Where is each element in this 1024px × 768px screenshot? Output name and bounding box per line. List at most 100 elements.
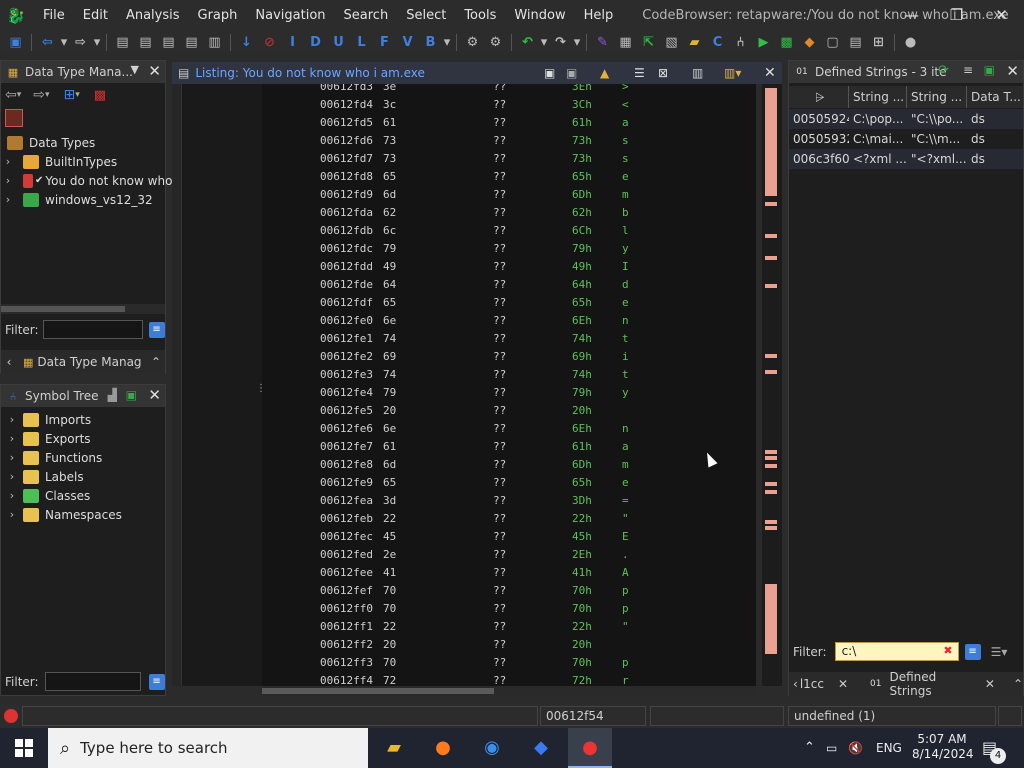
menu-edit[interactable]: Edit [74, 0, 117, 31]
listing-row[interactable]: 00612ff1 22?? 22h " [262, 618, 756, 636]
chevron-right-icon[interactable]: › [5, 508, 19, 521]
menu-analysis[interactable]: Analysis [117, 0, 189, 31]
datatype-menu-chevron-icon[interactable]: ▼ [131, 63, 139, 76]
firefox-icon[interactable]: ● [425, 732, 461, 764]
listing-row[interactable]: 00612fd5 61?? 61h a [262, 114, 756, 132]
chevron-right-icon[interactable]: › [1, 174, 15, 187]
file-explorer-icon[interactable]: ▰ [376, 732, 412, 764]
dt-forward-drop-icon[interactable]: ▾ [45, 90, 50, 100]
tool-icon-a[interactable]: ⚙ [461, 33, 484, 53]
back-dropdown-icon[interactable]: ▾ [59, 33, 69, 53]
layout-icon[interactable]: ▤ [844, 33, 867, 53]
paste-icon[interactable]: ▣ [566, 66, 577, 80]
menu-graph[interactable]: Graph [189, 0, 247, 31]
graph-icon[interactable]: ⇱ [637, 33, 660, 53]
b-dropdown-icon[interactable]: ▾ [442, 33, 452, 53]
chevron-right-icon[interactable]: › [5, 489, 19, 502]
dt-archive-icon[interactable] [5, 109, 23, 127]
down-arrow-icon[interactable]: ↓ [235, 33, 258, 53]
layout-dropdown-icon[interactable]: ▥▾ [724, 66, 741, 80]
tree-item-builtintypes[interactable]: › BuiltInTypes [1, 152, 117, 171]
symbol-item-namespaces[interactable]: › Namespaces [1, 505, 122, 524]
menu-navigation[interactable]: Navigation [246, 0, 334, 31]
script-icon[interactable]: ▩ [775, 33, 798, 53]
listing-row[interactable]: 00612fdd 49?? 49h I [262, 258, 756, 276]
close-datatype-manager-icon[interactable]: ✕ [148, 62, 161, 80]
tree-root-data-types[interactable]: Data Types [1, 133, 95, 152]
tab-up-chevron-icon[interactable]: ⌃ [1013, 677, 1023, 691]
listing-code-view[interactable]: 00612fd3 3e?? 3Eh >00612fd4 3c?? 3Ch <00612fd5… [262, 84, 756, 686]
toolbar-btn-l[interactable]: L [350, 33, 373, 53]
close-window-button[interactable]: ✕ [979, 0, 1024, 31]
dt-forward-icon[interactable]: ⇨ [33, 87, 45, 103]
listing-row[interactable]: 00612fdb 6c?? 6Ch l [262, 222, 756, 240]
ds-filter-input[interactable]: c:\ ✖ [834, 642, 959, 661]
cursor-text-icon[interactable]: ▲ [600, 66, 609, 80]
toolbar-btn-b[interactable]: B [419, 33, 442, 53]
refresh-icon[interactable]: C [706, 33, 729, 53]
menu-help[interactable]: Help [575, 0, 623, 31]
chevron-right-icon[interactable]: › [5, 470, 19, 483]
toolbar-btn-v[interactable]: V [396, 33, 419, 53]
forward-dropdown-icon[interactable]: ▾ [92, 33, 102, 53]
ds-filter-options-icon[interactable]: ≡ [964, 643, 981, 660]
listing-row[interactable]: 00612fed 2e?? 2Eh. [262, 546, 756, 564]
redo-icon[interactable]: ↷ [549, 33, 572, 53]
diamond-icon[interactable]: ◆ [798, 33, 821, 53]
listing-row[interactable]: 00612fee 41?? 41h A [262, 564, 756, 582]
tab-left-chevron-icon[interactable]: ‹ [793, 677, 798, 691]
copy-icon[interactable]: ▣ [544, 66, 555, 80]
language-indicator[interactable]: ENG [876, 728, 902, 768]
menu-tools[interactable]: Tools [455, 0, 505, 31]
close-symbol-tree-icon[interactable]: ✕ [148, 386, 161, 404]
stop-icon[interactable]: ⊘ [258, 33, 281, 53]
listing-row[interactable]: 00612fe0 6e?? 6Eh n [262, 312, 756, 330]
symbol-filter-options-icon[interactable]: ≡ [148, 673, 165, 690]
memory-icon[interactable]: ▧ [660, 33, 683, 53]
chevron-right-icon[interactable]: › [5, 413, 19, 426]
symbol-tree-new-icon[interactable]: ▣ [126, 388, 137, 402]
toolbar-btn-u[interactable]: U [327, 33, 350, 53]
listing-row[interactable]: 00612fd4 3c?? 3Ch < [262, 96, 756, 114]
close-defined-strings-icon[interactable]: ✕ [1006, 62, 1019, 80]
taskbar-search[interactable]: ⌕ Type here to search [48, 728, 368, 768]
volume-muted-icon[interactable]: 🔇 [848, 728, 863, 768]
help-bubble-icon[interactable]: ● [899, 33, 922, 53]
window-icon[interactable]: ▢ [821, 33, 844, 53]
nav-icon-3[interactable]: ▤ [157, 33, 180, 53]
ds-refresh-icon[interactable]: ⟳ [938, 63, 949, 78]
toolbar-btn-f[interactable]: F [373, 33, 396, 53]
tree-item-program[interactable]: › ✔ You do not know who [1, 171, 172, 190]
listing-row[interactable]: 00612fe4 79?? 79h y [262, 384, 756, 402]
listing-row[interactable]: 00612ff2 20?? 20h [262, 636, 756, 654]
toolbar-btn-i[interactable]: I [281, 33, 304, 53]
chrome-icon[interactable]: ◉ [474, 732, 510, 764]
ds-col-location[interactable]: ⩥ [789, 86, 849, 108]
ds-table-row[interactable]: 00505924 C:\pop... "C:\\po... ds [789, 109, 1023, 129]
dt-back-drop-icon[interactable]: ▾ [17, 90, 22, 100]
symbol-item-imports[interactable]: › Imports [1, 410, 91, 429]
listing-row[interactable]: 00612fef 70?? 70h p [262, 582, 756, 600]
folder-icon[interactable]: ▰ [683, 33, 706, 53]
dt-tree-drop-icon[interactable]: ▾ [75, 90, 80, 100]
start-button[interactable] [0, 728, 48, 768]
ds-col-data-type[interactable]: Data T... [967, 86, 1023, 108]
ghidra-taskbar-icon[interactable]: ● [568, 728, 612, 768]
listing-row[interactable]: 00612fec 45?? 45h E [262, 528, 756, 546]
tab-left-chevron-icon[interactable]: ‹ [1, 355, 17, 369]
dt-bottom-tab[interactable]: ‹ ▦ Data Type Manag ⌃ [1, 350, 165, 374]
nav-icon-1[interactable]: ▤ [111, 33, 134, 53]
tool-icon-b[interactable]: ⚙ [484, 33, 507, 53]
app-bird-icon[interactable]: ◆ [523, 732, 559, 764]
listing-row[interactable]: 00612fd9 6d?? 6Dh m [262, 186, 756, 204]
menu-select[interactable]: Select [397, 0, 455, 31]
menu-window[interactable]: Window [505, 0, 574, 31]
listing-row[interactable]: 00612fe5 20?? 20h [262, 402, 756, 420]
symbol-item-exports[interactable]: › Exports [1, 429, 91, 448]
symbol-item-classes[interactable]: › Classes [1, 486, 90, 505]
chevron-right-icon[interactable]: › [5, 432, 19, 445]
tree-icon[interactable]: ⑃ [729, 33, 752, 53]
forward-arrow-icon[interactable]: ⇨ [69, 33, 92, 53]
listing-row[interactable]: 00612fd7 73?? 73h s [262, 150, 756, 168]
listing-row[interactable]: 00612fe1 74?? 74h t [262, 330, 756, 348]
